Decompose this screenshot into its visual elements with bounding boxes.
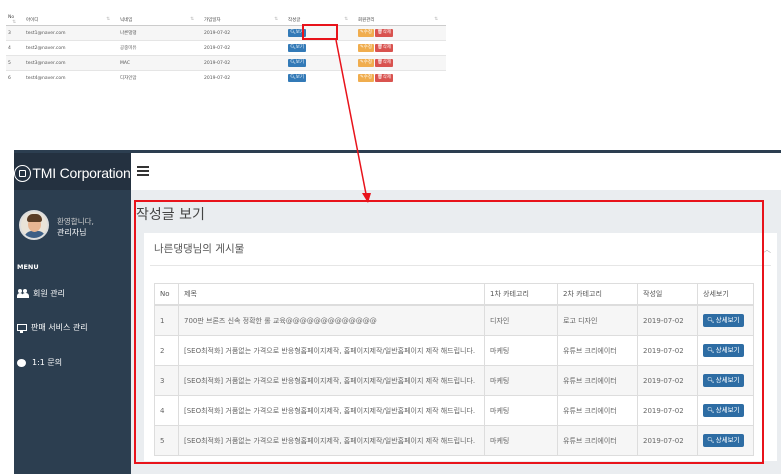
- member-col-manage[interactable]: 회원관리 ⇅: [356, 14, 446, 26]
- member-nickname: 공중미유: [118, 40, 202, 56]
- logo-icon: [14, 164, 32, 182]
- hamburger-menu-icon[interactable]: [137, 166, 149, 176]
- member-posts-cell: 🔍︎보기: [286, 40, 356, 56]
- table-row: 4 test2@naver.com 공중미유 2019-07-02 🔍︎보기 ✎…: [6, 40, 446, 56]
- sidebar-item-sales-service[interactable]: 판매 서비스 관리: [17, 322, 88, 333]
- member-id: test1@naver.com: [24, 25, 118, 41]
- member-id: test2@naver.com: [24, 40, 118, 56]
- sidebar-item-label: 판매 서비스 관리: [31, 323, 88, 332]
- member-nickname: MAC: [118, 55, 202, 71]
- delete-member-button[interactable]: 🗑︎삭제: [375, 59, 394, 67]
- highlight-frame: [134, 200, 764, 464]
- member-nickname: 디자인맘: [118, 70, 202, 85]
- member-table: No ⇅ 아이디 ⇅ 닉네임 ⇅ 가입일자 ⇅ 작성글 ⇅ 회원관리 ⇅ 3 test1@n…: [6, 14, 446, 85]
- delete-member-button[interactable]: 🗑︎삭제: [375, 74, 394, 82]
- view-posts-button[interactable]: 🔍︎보기: [288, 59, 306, 67]
- member-no: 4: [6, 40, 24, 56]
- menu-header: MENU: [17, 263, 39, 271]
- sidebar-item-label: 회원 관리: [33, 289, 65, 298]
- member-manage-cell: ✎수정 🗑︎삭제: [356, 40, 446, 56]
- member-manage-cell: ✎수정 🗑︎삭제: [356, 70, 446, 85]
- edit-member-button[interactable]: ✎수정: [358, 59, 375, 67]
- member-table-header: No ⇅ 아이디 ⇅ 닉네임 ⇅ 가입일자 ⇅ 작성글 ⇅ 회원관리 ⇅: [6, 14, 446, 26]
- table-row: 5 test3@naver.com MAC 2019-07-02 🔍︎보기 ✎수…: [6, 55, 446, 71]
- delete-member-button[interactable]: 🗑︎삭제: [375, 44, 394, 52]
- member-col-nickname[interactable]: 닉네임 ⇅: [118, 14, 202, 26]
- welcome-text: 환영합니다,: [57, 217, 94, 226]
- member-col-no[interactable]: No ⇅: [6, 14, 24, 26]
- member-date: 2019-07-02: [202, 25, 286, 41]
- admin-name: 관리자님: [57, 228, 87, 237]
- highlight-box: [302, 24, 338, 40]
- member-col-id[interactable]: 아이디 ⇅: [24, 14, 118, 26]
- table-row: 3 test1@naver.com 나른댕댕 2019-07-02 🔍︎보기 ✎…: [6, 25, 446, 41]
- member-id: test3@naver.com: [24, 55, 118, 71]
- sidebar-item-inquiry[interactable]: 1:1 문의: [17, 357, 62, 368]
- member-date: 2019-07-02: [202, 70, 286, 85]
- chevron-up-icon[interactable]: ︿: [763, 244, 771, 255]
- chat-icon: [17, 358, 26, 367]
- users-icon: [17, 289, 29, 298]
- member-no: 6: [6, 70, 24, 85]
- member-date: 2019-07-02: [202, 40, 286, 56]
- sidebar-item-members[interactable]: 회원 관리: [17, 288, 65, 299]
- sidebar-item-label: 1:1 문의: [32, 358, 63, 367]
- table-row: 6 test4@naver.com 디자인맘 2019-07-02 🔍︎보기 ✎…: [6, 70, 446, 85]
- member-posts-cell: 🔍︎보기: [286, 55, 356, 71]
- edit-member-button[interactable]: ✎수정: [358, 74, 375, 82]
- member-no: 3: [6, 25, 24, 41]
- member-col-date[interactable]: 가입일자 ⇅: [202, 14, 286, 26]
- sidebar: 환영합니다, 관리자님 MENU 회원 관리 판매 서비스 관리 1:1 문의: [14, 190, 131, 474]
- edit-member-button[interactable]: ✎수정: [358, 29, 375, 37]
- member-nickname: 나른댕댕: [118, 25, 202, 41]
- monitor-icon: [17, 324, 27, 333]
- edit-member-button[interactable]: ✎수정: [358, 44, 375, 52]
- brand[interactable]: TMI Corporation: [14, 153, 131, 193]
- view-posts-button[interactable]: 🔍︎보기: [288, 44, 306, 52]
- avatar: [19, 210, 49, 240]
- brand-name: TMI Corporation: [32, 165, 131, 181]
- member-date: 2019-07-02: [202, 55, 286, 71]
- member-no: 5: [6, 55, 24, 71]
- view-posts-button[interactable]: 🔍︎보기: [288, 74, 306, 82]
- top-navbar: TMI Corporation: [14, 150, 781, 193]
- delete-member-button[interactable]: 🗑︎삭제: [375, 29, 394, 37]
- member-manage-cell: ✎수정 🗑︎삭제: [356, 25, 446, 41]
- member-posts-cell: 🔍︎보기: [286, 70, 356, 85]
- member-manage-cell: ✎수정 🗑︎삭제: [356, 55, 446, 71]
- member-id: test4@naver.com: [24, 70, 118, 85]
